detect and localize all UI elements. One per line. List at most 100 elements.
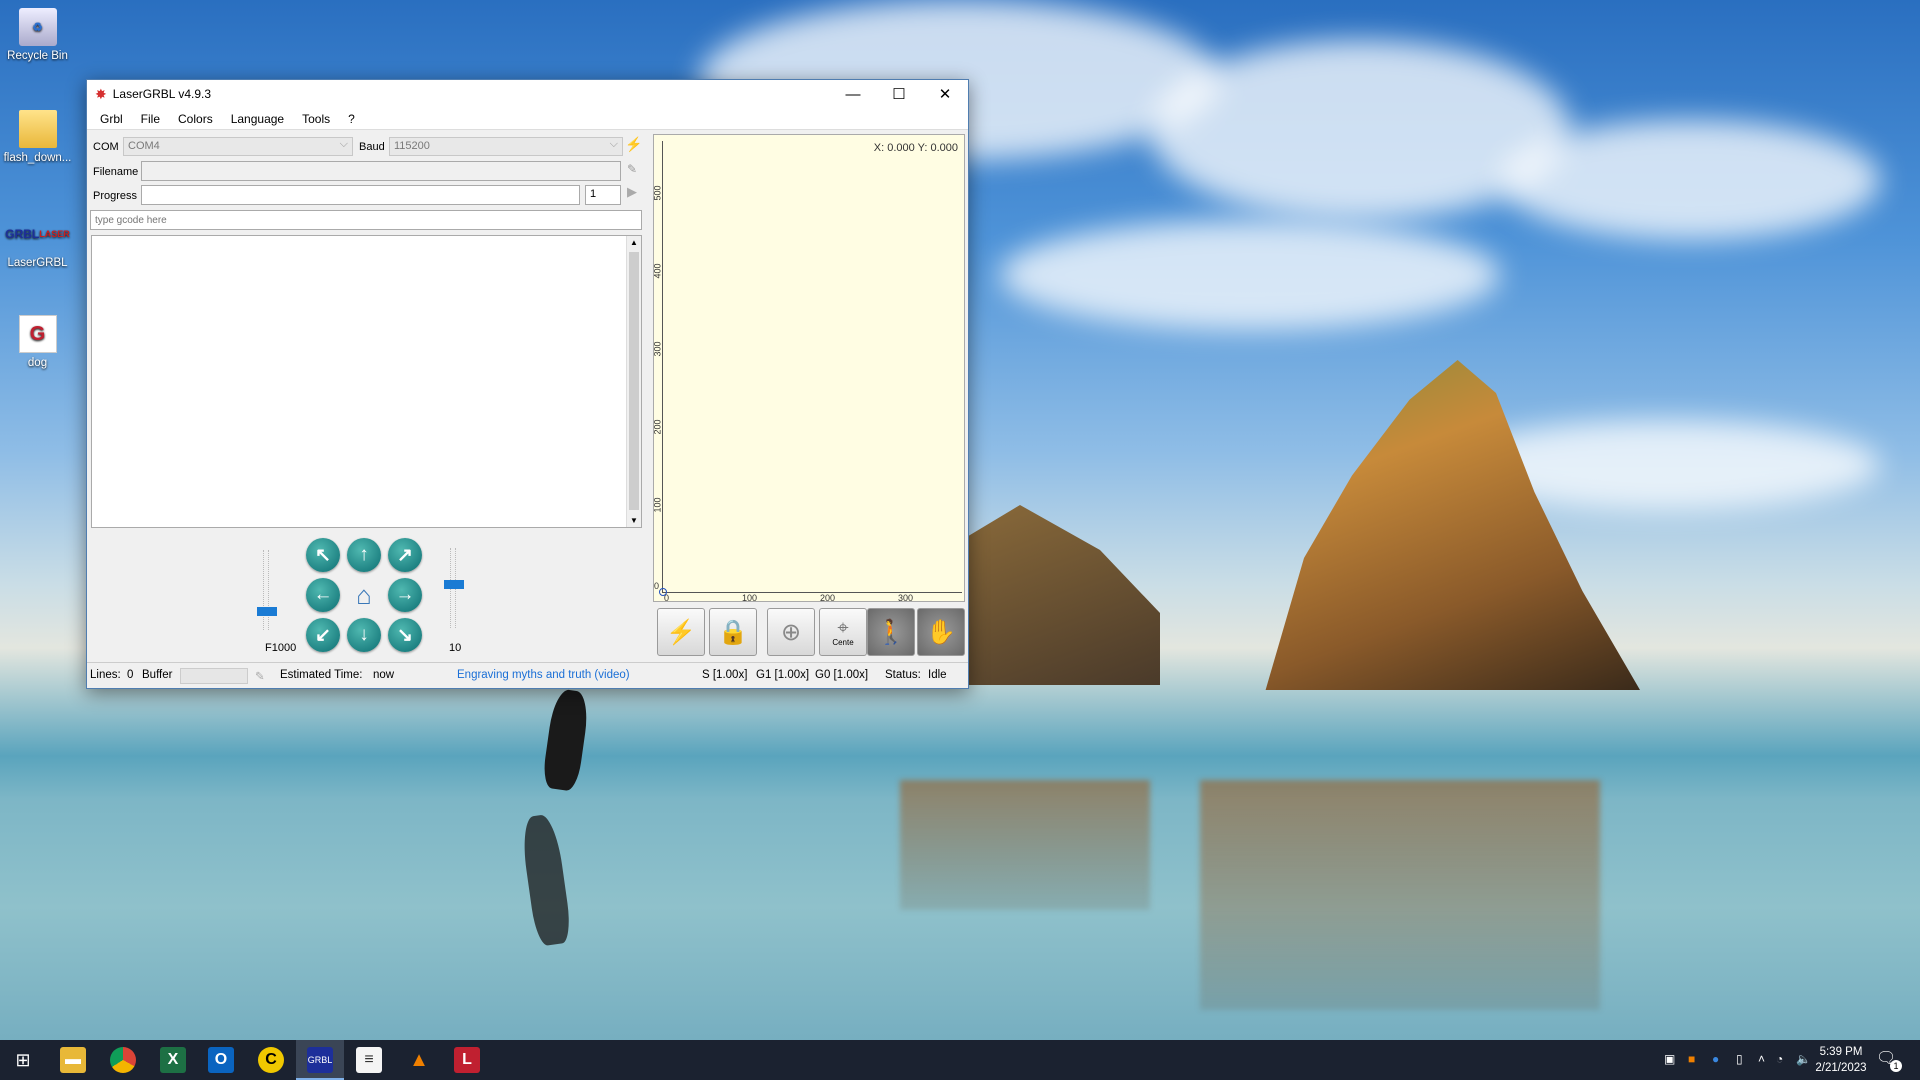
desktop-icon-recycle-bin[interactable]: ♻ Recycle Bin bbox=[0, 8, 75, 62]
s-override[interactable]: S [1.00x] bbox=[702, 669, 747, 681]
runner-reflection bbox=[519, 813, 573, 947]
home-button[interactable]: ⌂ bbox=[347, 578, 381, 612]
feed-rate-thumb[interactable] bbox=[257, 607, 277, 616]
scroll-down-icon[interactable]: ▼ bbox=[630, 516, 638, 525]
vlc-icon[interactable]: ▲ bbox=[406, 1047, 432, 1073]
unlock-button[interactable]: 🔒 bbox=[709, 608, 757, 656]
usb-icon[interactable]: ▯ bbox=[1736, 1052, 1743, 1066]
cloud bbox=[1500, 120, 1880, 240]
desktop-icon-lasergrbl[interactable]: GRBL LASER LaserGRBL bbox=[0, 215, 75, 270]
engraving-video-link[interactable]: Engraving myths and truth (video) bbox=[457, 669, 630, 681]
runner-silhouette bbox=[541, 687, 591, 793]
step-size-thumb[interactable] bbox=[444, 580, 464, 589]
jog-down-right-button[interactable]: ↘ bbox=[388, 618, 422, 652]
lasergrbl-window: ✸ LaserGRBL v4.9.3 — ☐ ✕ Grbl File Color… bbox=[86, 79, 969, 689]
jog-down-left-button[interactable]: ↙ bbox=[306, 618, 340, 652]
baud-label: Baud bbox=[359, 141, 385, 153]
menu-help[interactable]: ? bbox=[339, 112, 364, 126]
x-axis-line bbox=[662, 592, 962, 593]
chevron-up-icon[interactable]: ˄ bbox=[1758, 1052, 1765, 1066]
jog-up-button[interactable]: ↑ bbox=[347, 538, 381, 572]
status-value: Idle bbox=[928, 669, 947, 681]
com-port-select[interactable]: COM4 bbox=[123, 137, 353, 156]
copies-stepper[interactable]: 1 bbox=[585, 185, 621, 205]
desktop-icon-flash-download[interactable]: flash_down... bbox=[0, 110, 75, 164]
clock[interactable]: 5:39 PM 2/21/2023 bbox=[1806, 1044, 1876, 1076]
close-button[interactable]: ✕ bbox=[922, 80, 968, 108]
open-file-icon[interactable]: ✎ bbox=[627, 162, 637, 176]
gcode-input[interactable] bbox=[90, 210, 642, 230]
homing-button[interactable]: ⊕ bbox=[767, 608, 815, 656]
excel-icon[interactable]: X bbox=[160, 1047, 186, 1073]
reset-button[interactable]: ⚡ bbox=[657, 608, 705, 656]
walking-person-icon: 🚶 bbox=[876, 618, 906, 646]
crosshair-icon: ⌖ bbox=[837, 616, 849, 639]
tray-app-icon[interactable]: ● bbox=[1712, 1052, 1719, 1066]
estimated-time-label: Estimated Time: bbox=[280, 669, 363, 681]
baud-rate-select[interactable]: 115200 bbox=[389, 137, 623, 156]
center-button[interactable]: ⌖ Cente bbox=[819, 608, 867, 656]
desktop-icon-label: flash_down... bbox=[3, 152, 72, 164]
network-icon[interactable]: ◔ bbox=[1776, 1052, 1783, 1066]
lasergrbl-app-icon: GRBL LASER bbox=[5, 226, 70, 241]
jog-up-left-button[interactable]: ↖ bbox=[306, 538, 340, 572]
desktop-icon-label: LaserGRBL bbox=[7, 257, 68, 269]
app-laser-icon: ✸ bbox=[95, 85, 107, 102]
com-label: COM bbox=[93, 141, 119, 153]
connect-icon[interactable]: ⚡ bbox=[625, 136, 642, 153]
file-explorer-icon[interactable]: ▬ bbox=[60, 1047, 86, 1073]
jog-up-right-button[interactable]: ↗ bbox=[388, 538, 422, 572]
step-size-slider[interactable] bbox=[444, 548, 464, 628]
desktop-icon-label: dog bbox=[27, 357, 48, 369]
rock-reflection bbox=[900, 780, 1150, 910]
outlook-icon[interactable]: O bbox=[208, 1047, 234, 1073]
estimated-time-value: now bbox=[373, 669, 395, 681]
lightburn-icon[interactable]: L bbox=[454, 1047, 480, 1073]
desktop-icon-dog[interactable]: G dog bbox=[0, 315, 75, 369]
jog-left-button[interactable]: ← bbox=[306, 578, 340, 612]
buffer-icon[interactable]: ✎ bbox=[255, 669, 265, 683]
y-tick-label: 200 bbox=[652, 419, 663, 435]
g1-override[interactable]: G1 [1.00x] bbox=[756, 669, 809, 681]
taskbar: ⊞ ▬ X O C GRBL ≡ ▲ L ▣ ■ ● ▯ ˄ ◔ 🔈 5:39 … bbox=[0, 1040, 1920, 1080]
menu-tools[interactable]: Tools bbox=[293, 112, 339, 126]
chrome-icon[interactable] bbox=[110, 1047, 136, 1073]
lock-icon: 🔒 bbox=[718, 618, 748, 646]
console-scrollbar[interactable]: ▲ ▼ bbox=[626, 236, 641, 527]
menu-colors[interactable]: Colors bbox=[169, 112, 222, 126]
preview-canvas[interactable]: X: 0.000 Y: 0.000 500 400 300 200 100 0 … bbox=[652, 134, 965, 603]
menu-grbl[interactable]: Grbl bbox=[91, 112, 132, 126]
tray-app-icon[interactable]: ▣ bbox=[1664, 1052, 1675, 1066]
progress-bar bbox=[141, 185, 580, 205]
y-tick-label: 300 bbox=[652, 341, 663, 357]
folder-icon bbox=[18, 110, 57, 148]
filename-field[interactable] bbox=[141, 161, 621, 181]
stop-button[interactable]: ✋ bbox=[917, 608, 965, 656]
lasergrbl-taskbar-button[interactable]: GRBL bbox=[296, 1040, 344, 1080]
g0-override[interactable]: G0 [1.00x] bbox=[815, 669, 868, 681]
maximize-button[interactable]: ☐ bbox=[876, 80, 922, 108]
step-size-label: 10 bbox=[449, 642, 462, 654]
title-bar[interactable]: ✸ LaserGRBL v4.9.3 — ☐ ✕ bbox=[87, 80, 968, 108]
notepad-icon[interactable]: ≡ bbox=[356, 1047, 382, 1073]
center-button-label: Cente bbox=[832, 637, 854, 647]
menu-language[interactable]: Language bbox=[222, 112, 293, 126]
walk-button[interactable]: 🚶 bbox=[867, 608, 915, 656]
run-program-icon[interactable]: ▶ bbox=[627, 184, 637, 200]
cura-icon[interactable]: C bbox=[258, 1047, 284, 1073]
feed-rate-label: F1000 bbox=[265, 642, 297, 654]
console-log[interactable]: ▲ ▼ bbox=[91, 235, 642, 528]
scroll-up-icon[interactable]: ▲ bbox=[630, 238, 638, 247]
minimize-button[interactable]: — bbox=[830, 80, 876, 108]
notification-button[interactable]: 🗨 1 bbox=[1876, 1048, 1902, 1072]
clock-date: 2/21/2023 bbox=[1815, 1062, 1867, 1074]
coordinates-readout: X: 0.000 Y: 0.000 bbox=[873, 142, 958, 154]
filename-label: Filename bbox=[93, 166, 139, 178]
scroll-thumb[interactable] bbox=[629, 252, 639, 510]
tray-app-icon[interactable]: ■ bbox=[1688, 1052, 1695, 1066]
menu-file[interactable]: File bbox=[132, 112, 169, 126]
jog-right-button[interactable]: → bbox=[388, 578, 422, 612]
jog-down-button[interactable]: ↓ bbox=[347, 618, 381, 652]
feed-rate-slider[interactable] bbox=[257, 550, 277, 630]
start-icon[interactable]: ⊞ bbox=[10, 1047, 36, 1073]
